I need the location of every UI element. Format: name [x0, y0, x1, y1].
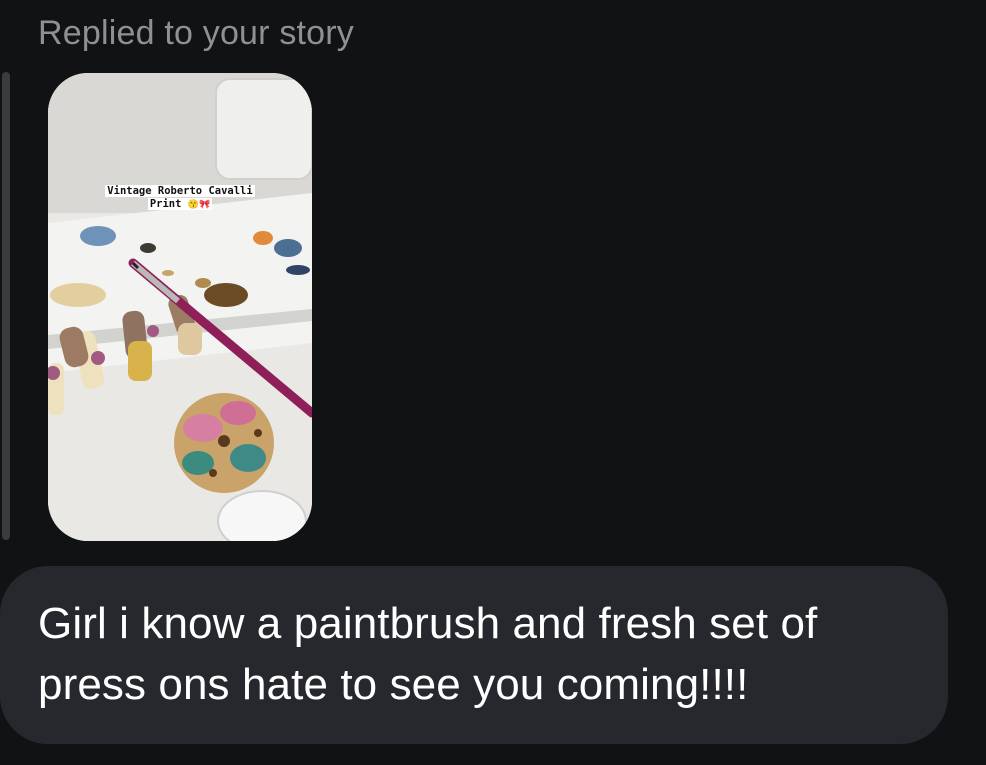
story-preview-thumbnail[interactable]: Vintage Roberto Cavalli Print 😙🎀	[48, 73, 312, 541]
message-bubble[interactable]: Girl i know a paintbrush and fresh set o…	[0, 566, 948, 744]
story-text-sticker: Vintage Roberto Cavalli Print 😙🎀	[95, 185, 265, 212]
message-text: Girl i know a paintbrush and fresh set o…	[38, 599, 818, 709]
sticker-line-2: Print	[149, 198, 182, 210]
sticker-emoji: 😙🎀	[187, 200, 211, 210]
replied-to-story-label: Replied to your story	[38, 14, 355, 52]
story-photo	[48, 73, 312, 541]
sticker-line-1: Vintage Roberto Cavalli	[105, 185, 255, 197]
reply-indicator-bar	[2, 72, 10, 540]
